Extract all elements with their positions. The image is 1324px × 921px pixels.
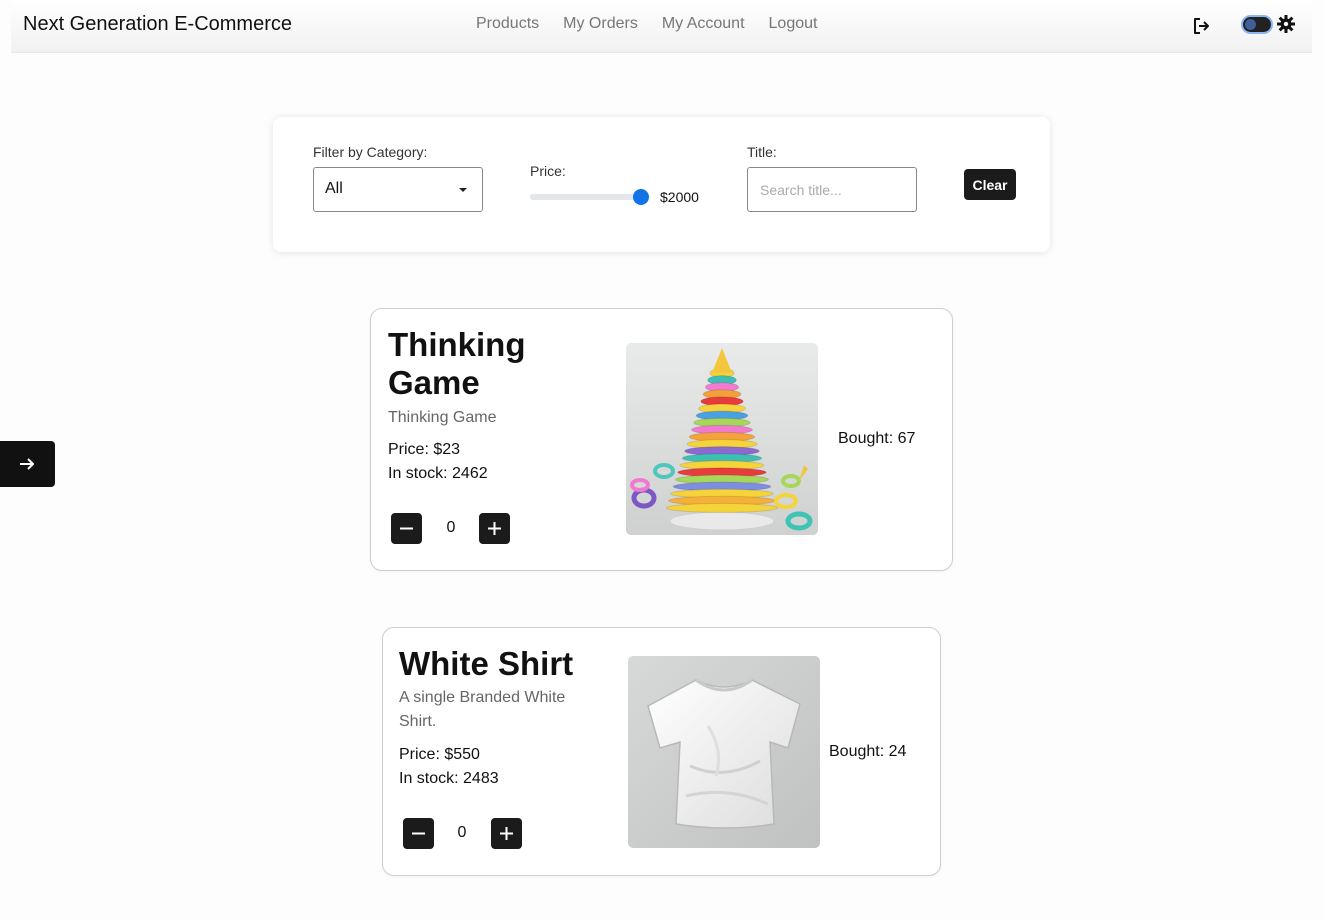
price-slider-fill [530,194,642,200]
next-arrow-button[interactable] [0,441,55,487]
price-slider[interactable] [530,189,650,205]
quantity-value: 0 [457,824,467,841]
product-description: Thinking Game [388,409,497,426]
product-stock: In stock: 2483 [399,770,499,787]
category-label: Filter by Category: [313,144,428,160]
minus-icon [400,527,413,530]
decrease-quantity-button[interactable] [403,818,434,849]
product-title: White Shirt [399,645,574,682]
price-label: Price: [530,163,566,179]
nav-link-products[interactable]: Products [476,15,539,33]
bought-count: Bought: 67 [838,430,916,447]
brand-title[interactable]: Next Generation E-Commerce [23,13,292,36]
navbar: Next Generation E-Commerce Products My O… [11,0,1312,53]
white-shirt-image [628,656,820,848]
stacking-rings-image [626,343,818,535]
logout-icon[interactable] [1191,15,1213,37]
minus-icon [412,832,425,835]
title-search-input[interactable] [747,167,917,212]
nav-link-logout[interactable]: Logout [769,15,818,33]
product-image [628,656,820,848]
bought-count: Bought: 24 [829,743,907,760]
product-image [626,343,818,535]
product-title: Thinking Game [388,326,526,401]
arrow-right-icon [20,458,34,470]
plus-icon [500,827,513,840]
product-card: White Shirt A single Branded White Shirt… [382,627,941,876]
product-price: Price: $23 [388,441,461,458]
product-description: A single Branded White Shirt. [399,689,566,730]
nav-link-my-account[interactable]: My Account [662,15,745,33]
nav-link-my-orders[interactable]: My Orders [563,15,638,33]
increase-quantity-button[interactable] [491,818,522,849]
theme-toggle[interactable] [1241,15,1273,34]
product-price: Price: $550 [399,746,480,763]
title-label: Title: [747,144,777,160]
filter-panel: Filter by Category: All Price: $2000 Tit… [273,117,1050,252]
nav-links: Products My Orders My Account Logout [476,15,817,33]
decrease-quantity-button[interactable] [391,513,422,544]
toy-ring [665,502,779,513]
price-slider-thumb[interactable] [633,189,650,205]
gear-icon[interactable] [1276,14,1296,34]
increase-quantity-button[interactable] [479,513,510,544]
toggle-knob [1245,19,1256,30]
chevron-down-icon [459,188,467,192]
category-selected-value: All [325,180,343,197]
clear-button[interactable]: Clear [964,169,1016,200]
price-value: $2000 [660,189,699,205]
category-select[interactable]: All [313,167,483,212]
plus-icon [488,522,501,535]
product-stock: In stock: 2462 [388,465,488,482]
quantity-value: 0 [446,519,456,536]
product-card: Thinking Game Thinking Game Price: $23 I… [370,308,953,571]
